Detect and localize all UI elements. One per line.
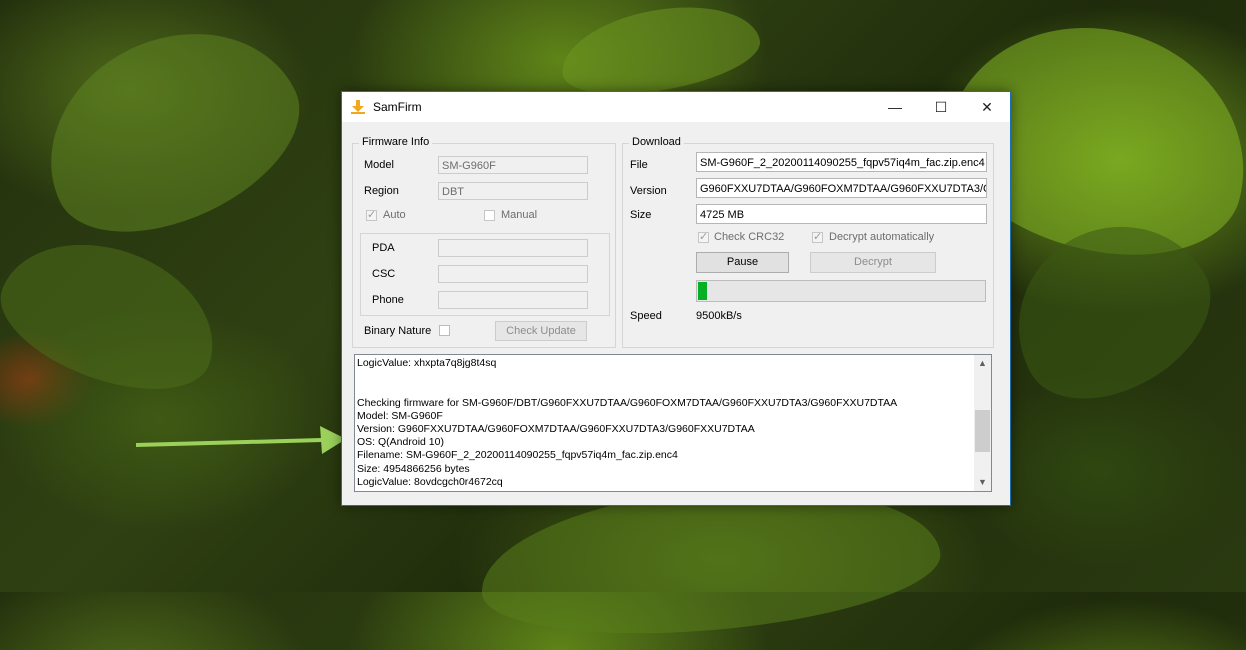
check-crc32-checkbox[interactable] (698, 230, 709, 243)
file-field[interactable]: SM-G960F_2_20200114090255_fqpv57iq4m_fac… (696, 152, 987, 172)
size-field[interactable]: 4725 MB (696, 204, 987, 224)
chevron-up-icon[interactable]: ▲ (974, 355, 991, 372)
log-line: OS: Q(Android 10) (357, 436, 444, 449)
decrypt-button[interactable]: Decrypt (810, 252, 936, 273)
log-line: Model: SM-G960F (357, 409, 443, 422)
chevron-down-icon[interactable]: ▼ (974, 474, 991, 491)
version-field[interactable]: G960FXXU7DTAA/G960FOXM7DTAA/G960FXXU7DTA… (696, 178, 987, 198)
download-progress-bar (696, 280, 986, 302)
speed-label: Speed (630, 310, 662, 322)
minimize-button[interactable]: — (872, 92, 918, 122)
log-line: LogicValue: xhxpta7q8jg8t4sq (357, 357, 497, 369)
auto-label: Auto (383, 209, 406, 221)
maximize-button[interactable]: ☐ (918, 92, 964, 122)
title-bar[interactable]: SamFirm — ☐ ✕ (342, 92, 1010, 122)
csc-field[interactable] (438, 265, 588, 283)
samfirm-window: SamFirm — ☐ ✕ Firmware Info Model SM-G96… (341, 91, 1011, 506)
region-field[interactable]: DBT (438, 182, 588, 200)
log-line: LogicValue: 8ovdcgch0r4672cq (357, 475, 503, 488)
phone-field[interactable] (438, 291, 588, 309)
log-line: Filename: SM-G960F_2_20200114090255_fqpv… (357, 449, 678, 462)
model-field[interactable]: SM-G960F (438, 156, 588, 174)
log-line: Version: G960FXXU7DTAA/G960FOXM7DTAA/G96… (357, 422, 755, 435)
window-title: SamFirm (373, 100, 422, 114)
pause-button[interactable]: Pause (696, 252, 789, 273)
binary-nature-label: Binary Nature (364, 325, 432, 337)
log-textbox[interactable]: LogicValue: xhxpta7q8jg8t4sq Checking fir… (354, 354, 992, 492)
binary-nature-checkbox[interactable] (439, 325, 450, 336)
firmware-info-label: Firmware Info (359, 136, 433, 148)
scrollbar-thumb[interactable] (975, 410, 990, 452)
manual-label: Manual (501, 209, 538, 221)
check-crc32-label: Check CRC32 (714, 231, 785, 243)
size-label: Size (630, 209, 652, 221)
speed-value: 9500kB/s (696, 310, 742, 322)
region-label: Region (364, 185, 399, 197)
file-label: File (630, 159, 648, 171)
log-lines: LogicValue: xhxpta7q8jg8t4sq Checking fir… (357, 357, 973, 489)
decrypt-automatically-checkbox[interactable] (812, 230, 823, 243)
download-progress-fill (698, 282, 707, 300)
phone-label: Phone (372, 294, 404, 306)
manual-checkbox[interactable] (484, 210, 495, 221)
log-scrollbar[interactable]: ▲ ▼ (974, 355, 991, 491)
pda-label: PDA (372, 242, 395, 254)
download-label: Download (629, 136, 684, 148)
log-line: Size: 4954866256 bytes (357, 462, 470, 475)
log-line: Checking firmware for SM-G960F/DBT/G960F… (357, 396, 898, 409)
download-group: Download (622, 136, 994, 348)
csc-label: CSC (372, 268, 396, 280)
pda-field[interactable] (438, 239, 588, 257)
background-leaf (14, 0, 326, 267)
version-label: Version (630, 185, 667, 197)
close-button[interactable]: ✕ (964, 92, 1010, 122)
check-update-button[interactable]: Check Update (495, 321, 587, 341)
model-label: Model (364, 159, 394, 171)
download-arrow-icon (351, 100, 365, 114)
decrypt-automatically-label: Decrypt automatically (829, 231, 935, 243)
annotation-arrow-icon (136, 426, 346, 454)
background-leaf (0, 216, 236, 414)
auto-checkbox[interactable] (366, 208, 377, 221)
